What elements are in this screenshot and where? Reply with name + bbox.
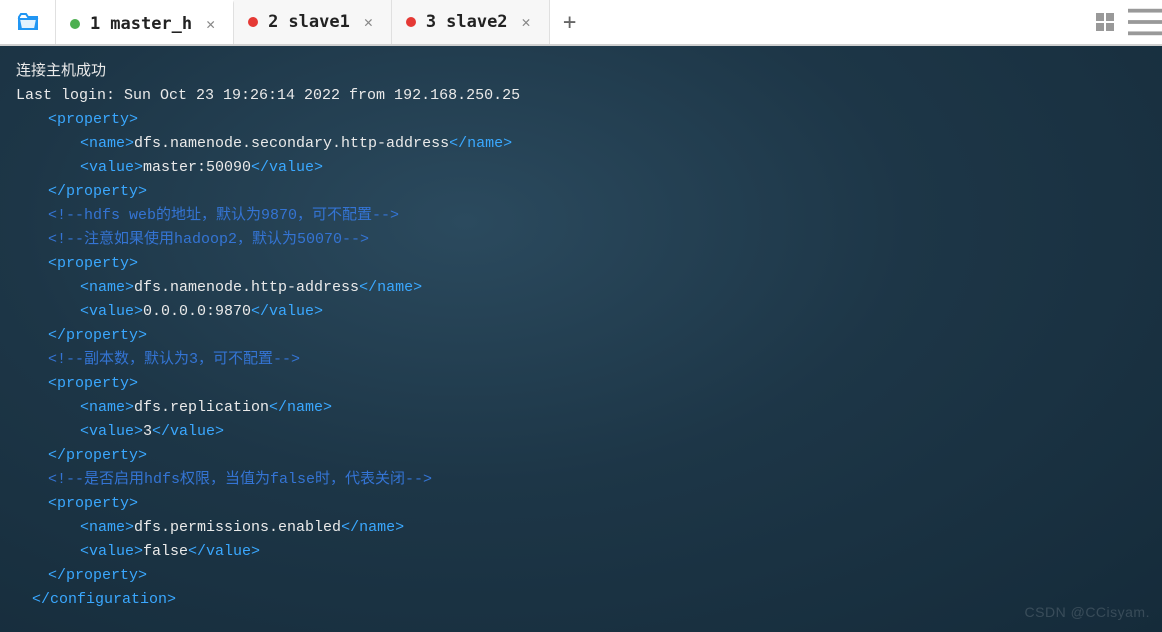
tab-label: master_h [110, 14, 192, 34]
terminal-line: <name>dfs.namenode.http-address</name> [16, 276, 1146, 300]
terminal-line: <name>dfs.namenode.secondary.http-addres… [16, 132, 1146, 156]
folder-open-icon [16, 10, 40, 34]
tab-number: 3 [426, 12, 436, 32]
add-tab-button[interactable]: + [550, 0, 590, 44]
spacer [590, 0, 1082, 44]
layout-grid-button[interactable] [1082, 0, 1128, 44]
terminal-line: <name>dfs.replication</name> [16, 396, 1146, 420]
terminal-line: <!--是否启用hdfs权限，当值为false时，代表关闭--> [16, 468, 1146, 492]
terminal-line: <value>3</value> [16, 420, 1146, 444]
open-folder-button[interactable] [0, 0, 56, 44]
close-icon[interactable]: ✕ [360, 11, 377, 33]
terminal-line: Last login: Sun Oct 23 19:26:14 2022 fro… [16, 84, 1146, 108]
status-dot-icon [248, 17, 258, 27]
terminal-line: <property> [16, 252, 1146, 276]
hamburger-icon [1128, 5, 1162, 39]
terminal-line: <property> [16, 492, 1146, 516]
terminal-output[interactable]: 连接主机成功 Last login: Sun Oct 23 19:26:14 2… [0, 46, 1162, 632]
tab-label: slave2 [446, 12, 507, 32]
terminal-line: <property> [16, 372, 1146, 396]
tab-2-slave1[interactable]: 2 slave1 ✕ [234, 0, 392, 44]
tab-number: 1 [90, 14, 100, 34]
tab-3-slave2[interactable]: 3 slave2 ✕ [392, 0, 550, 44]
status-dot-icon [406, 17, 416, 27]
tab-number: 2 [268, 12, 278, 32]
grid-icon [1096, 13, 1114, 31]
terminal-line: <!--副本数，默认为3，可不配置--> [16, 348, 1146, 372]
terminal-line: <value>0.0.0.0:9870</value> [16, 300, 1146, 324]
close-icon[interactable]: ✕ [202, 13, 219, 35]
status-dot-icon [70, 19, 80, 29]
terminal-line: </property> [16, 444, 1146, 468]
watermark: CSDN @CCisyam. [1025, 600, 1150, 624]
terminal-line: <value>master:50090</value> [16, 156, 1146, 180]
close-icon[interactable]: ✕ [518, 11, 535, 33]
tab-bar: 1 master_h ✕ 2 slave1 ✕ 3 slave2 ✕ + [0, 0, 1162, 46]
terminal-line: </property> [16, 324, 1146, 348]
terminal-line: <value>false</value> [16, 540, 1146, 564]
terminal-line: </property> [16, 564, 1146, 588]
terminal-line: 连接主机成功 [16, 60, 1146, 84]
terminal-line: <!--hdfs web的地址，默认为9870，可不配置--> [16, 204, 1146, 228]
tab-label: slave1 [288, 12, 349, 32]
terminal-line: </property> [16, 180, 1146, 204]
tab-1-master[interactable]: 1 master_h ✕ [56, 0, 234, 44]
menu-button[interactable] [1128, 0, 1162, 44]
terminal-line: <name>dfs.permissions.enabled</name> [16, 516, 1146, 540]
terminal-line: <!--注意如果使用hadoop2，默认为50070--> [16, 228, 1146, 252]
terminal-line: <property> [16, 108, 1146, 132]
terminal-line: </configuration> [16, 588, 1146, 612]
